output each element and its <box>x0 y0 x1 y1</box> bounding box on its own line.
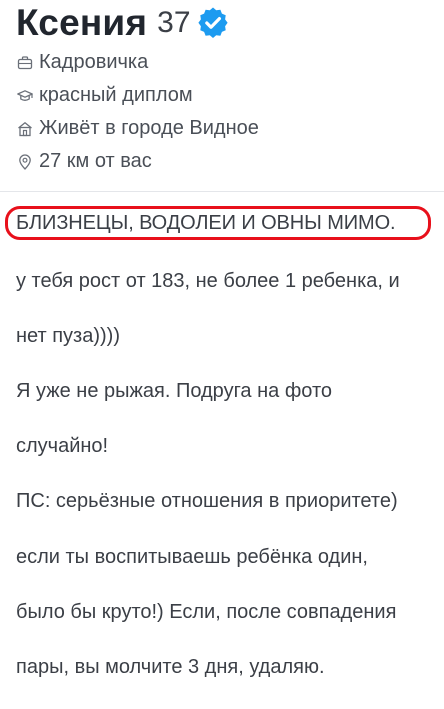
bio-text: у тебя рост от 183, не более 1 ребенка, … <box>16 240 440 709</box>
info-row-job: Кадровичка <box>16 46 436 79</box>
bio-line: если ты воспитываешь ребёнка один, <box>16 545 368 568</box>
profile-header: Ксения 37 <box>16 0 229 46</box>
info-education-text: красный диплом <box>39 84 193 106</box>
location-pin-icon <box>17 153 33 170</box>
bio-line: пары, вы молчите 3 дня, удаляю. <box>16 655 325 678</box>
info-row-city: Живёт в городе Видное <box>16 112 436 145</box>
verified-badge-icon <box>197 7 229 39</box>
info-row-distance: 27 км от вас <box>16 145 436 178</box>
home-icon <box>17 121 33 137</box>
profile-age: 37 <box>157 6 191 39</box>
bio-line: было бы круто!) Если, после совпадения <box>16 600 397 623</box>
graduation-cap-icon <box>17 88 33 104</box>
bio-line: нет пуза)))) <box>16 324 120 347</box>
info-job-text: Кадровичка <box>39 51 149 73</box>
bio-line: ПС: серьёзные отношения в приоритете) <box>16 490 398 513</box>
info-row-education: красный диплом <box>16 79 436 112</box>
bio-highlighted-line: БЛИЗНЕЦЫ, ВОДОЛЕИ И ОВНЫ МИМО. <box>16 211 396 234</box>
briefcase-icon <box>17 55 33 71</box>
info-distance-text: 27 км от вас <box>39 150 152 172</box>
profile-bio: БЛИЗНЕЦЫ, ВОДОЛЕИ И ОВНЫ МИМО. у тебя ро… <box>5 206 440 709</box>
info-city-text: Живёт в городе Видное <box>39 117 259 139</box>
profile-name: Ксения <box>16 2 148 43</box>
bio-line: Я уже не рыжая. Подруга на фото <box>16 379 333 402</box>
bio-line: случайно! <box>16 435 109 458</box>
section-divider <box>0 191 444 192</box>
profile-info-list: Кадровичка красный диплом Живёт в городе… <box>16 46 436 178</box>
bio-line: у тебя рост от 183, не более 1 ребенка, … <box>16 269 400 292</box>
highlight-annotation: БЛИЗНЕЦЫ, ВОДОЛЕИ И ОВНЫ МИМО. <box>5 206 431 240</box>
